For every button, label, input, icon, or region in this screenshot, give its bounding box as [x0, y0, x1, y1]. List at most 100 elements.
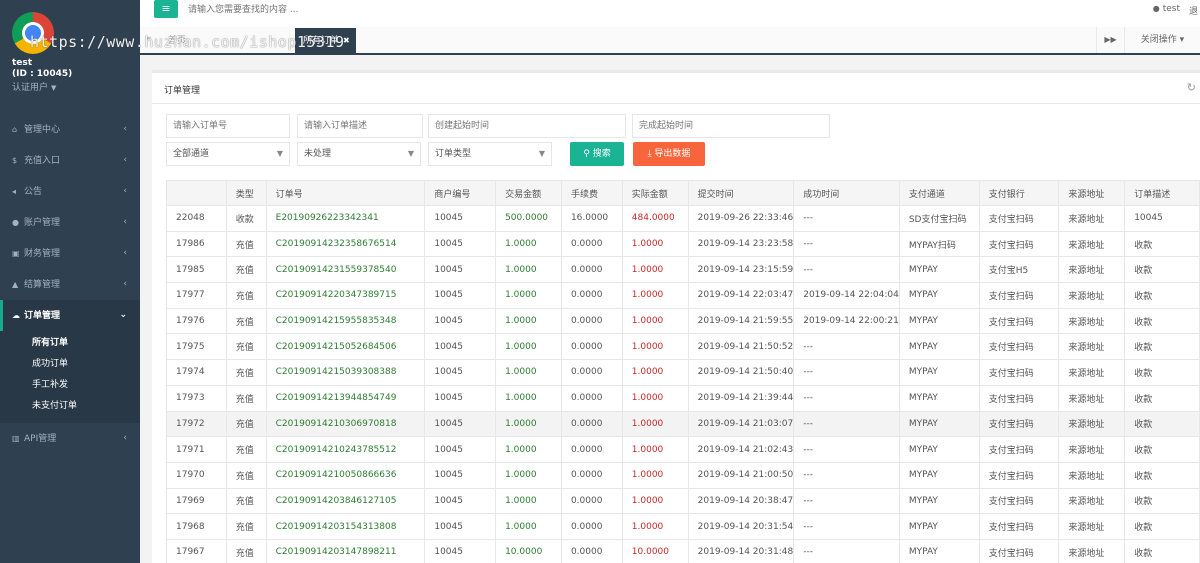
export-button[interactable]: ⤓ 导出数据	[633, 142, 705, 166]
table-row[interactable]: 17986 充值 C20190914232358676514 10045 1.0000 0…	[166, 230, 1200, 258]
table-cell-type: 收款	[225, 205, 267, 232]
user-id: (ID : 10045)	[12, 69, 73, 79]
logout-link[interactable]: 退	[1189, 4, 1198, 17]
table-cell-merchant-no: 10045	[424, 205, 497, 232]
submenu-item-all-orders[interactable]: 所有订单	[0, 333, 140, 354]
sidebar-item-api[interactable]: ▥ API管理 ‹	[0, 423, 140, 454]
table-cell-type: 充值	[225, 538, 267, 563]
order-no-input[interactable]	[166, 114, 290, 138]
column-header-trade-amount[interactable]: 交易金额	[495, 180, 562, 206]
submenu-item-success-orders[interactable]: 成功订单	[0, 354, 140, 375]
table-cell-pay-channel: MYPAY扫码	[898, 230, 980, 258]
top-user-menu[interactable]: ● test	[1153, 4, 1180, 14]
column-header-source-address[interactable]: 来源地址	[1058, 180, 1126, 206]
caret-down-icon: ▾	[1179, 35, 1185, 45]
column-header-order-desc[interactable]: 订单描述	[1124, 180, 1200, 206]
column-header-id[interactable]	[166, 180, 227, 206]
table-cell-submit-time: 2019-09-14 22:03:47	[687, 282, 795, 309]
table-row[interactable]: 17977 充值 C20190914220347389715 10045 1.0000 0…	[166, 282, 1200, 309]
column-header-type[interactable]: 类型	[225, 180, 267, 206]
table-cell-pay-channel: MYPAY	[898, 410, 980, 438]
table-cell-order-desc: 收款	[1124, 282, 1200, 309]
table-cell-pay-bank: 支付宝扫码	[978, 359, 1060, 386]
table-row[interactable]: 17969 充值 C20190914203846127105 10045 1.0000 0…	[166, 487, 1200, 515]
table-cell-pay-bank: 支付宝扫码	[978, 384, 1060, 412]
table-cell-actual-amount: 10.0000	[621, 538, 689, 563]
sidebar-item-notice[interactable]: ◂ 公告 ‹	[0, 176, 140, 207]
table-cell-order-no: C20190914215052684506	[265, 333, 426, 361]
table-row[interactable]: 17968 充值 C20190914203154313808 10045 1.0000 0…	[166, 513, 1200, 540]
hamburger-menu-button[interactable]: ≡	[154, 0, 178, 18]
search-button-label: 搜索	[592, 149, 611, 159]
table-row[interactable]: 17973 充值 C20190914213944854749 10045 1.0000 0…	[166, 384, 1200, 412]
table-cell-actual-amount: 1.0000	[621, 333, 689, 361]
status-select[interactable]: 未处理 ▼	[297, 142, 421, 166]
column-header-success-time[interactable]: 成功时间	[793, 180, 900, 206]
table-cell-order-desc: 收款	[1124, 307, 1200, 335]
column-header-actual-amount[interactable]: 实际金额	[621, 180, 689, 206]
table-cell-pay-bank: 支付宝扫码	[978, 513, 1060, 540]
search-input[interactable]	[188, 3, 428, 17]
table-cell-merchant-no: 10045	[424, 410, 497, 438]
submenu-item-manual-resend[interactable]: 手工补发	[0, 375, 140, 396]
sidebar-item-label: 账户管理	[24, 218, 61, 228]
sidebar-item-settlement[interactable]: ▲ 结算管理 ‹	[0, 269, 140, 300]
column-header-fee[interactable]: 手续费	[560, 180, 623, 206]
tab-scroll-right-icon[interactable]: ▶▶	[1096, 27, 1124, 53]
table-row[interactable]: 17971 充值 C20190914210243785512 10045 1.0000 0…	[166, 436, 1200, 463]
table-cell-submit-time: 2019-09-14 21:00:50	[687, 461, 795, 489]
sidebar-item-label: 财务管理	[24, 249, 61, 259]
table-cell-success-time: ---	[793, 256, 900, 284]
order-type-select[interactable]: 订单类型 ▼	[428, 142, 552, 166]
refresh-icon[interactable]: ↻	[1187, 81, 1196, 94]
table-cell-actual-amount: 1.0000	[621, 513, 689, 540]
table-cell-source-address: 来源地址	[1058, 205, 1126, 232]
table-cell-source-address: 来源地址	[1058, 487, 1126, 515]
order-desc-input[interactable]	[297, 114, 423, 138]
table-cell-success-time: ---	[793, 384, 900, 412]
table-cell-submit-time: 2019-09-14 20:31:48	[687, 538, 795, 563]
sidebar-menu: ⌂ 管理中心 ‹ $ 充值入口 ‹ ◂ 公告 ‹ ● 账户管理 ‹ ▣ 财务管理 ‹ ▲ 结算管理 ‹ …	[0, 114, 140, 454]
column-header-merchant-no[interactable]: 商户编号	[424, 180, 497, 206]
column-header-pay-channel[interactable]: 支付通道	[898, 180, 980, 206]
chevron-down-icon: ▼	[538, 149, 545, 158]
column-header-pay-bank[interactable]: 支付银行	[978, 180, 1060, 206]
channel-select[interactable]: 全部通道 ▼	[166, 142, 290, 166]
table-row[interactable]: 17985 充值 C20190914231559378540 10045 1.0000 0…	[166, 256, 1200, 284]
table-cell-id: 17975	[166, 333, 227, 361]
table-row[interactable]: 17975 充值 C20190914215052684506 10045 1.0000 0…	[166, 333, 1200, 361]
sidebar-item-label: 订单管理	[24, 311, 61, 321]
table-cell-pay-channel: MYPAY	[898, 282, 980, 309]
table-row[interactable]: 17967 充值 C20190914203147898211 10045 10.0000…	[166, 538, 1200, 563]
table-cell-source-address: 来源地址	[1058, 384, 1126, 412]
chevron-left-icon: ‹	[123, 279, 127, 289]
sidebar-item-account[interactable]: ● 账户管理 ‹	[0, 207, 140, 238]
table-row[interactable]: 17976 充值 C20190914215955835348 10045 1.0000 0…	[166, 307, 1200, 335]
table-row[interactable]: 22048 收款 E20190926223342341 10045 500.0000 16…	[166, 205, 1200, 232]
search-button[interactable]: ⚲ 搜索	[570, 142, 624, 166]
sidebar-item-dashboard[interactable]: ⌂ 管理中心 ‹	[0, 114, 140, 145]
user-role-dropdown[interactable]: 认证用户 ▼	[12, 80, 56, 93]
column-header-order-no[interactable]: 订单号	[265, 180, 426, 206]
table-cell-pay-channel: MYPAY	[898, 307, 980, 335]
table-cell-trade-amount: 1.0000	[495, 359, 562, 386]
table-row[interactable]: 17970 充值 C20190914210050866636 10045 1.0000 0…	[166, 461, 1200, 489]
sidebar-item-finance[interactable]: ▣ 财务管理 ‹	[0, 238, 140, 269]
table-row[interactable]: 17974 充值 C20190914215039308388 10045 1.0000 0…	[166, 359, 1200, 386]
bank-icon: ▥	[12, 434, 20, 443]
create-time-input[interactable]	[428, 114, 626, 138]
table-row[interactable]: 17972 充值 C20190914210306970818 10045 1.0000 0…	[166, 410, 1200, 438]
table-cell-id: 17976	[166, 307, 227, 335]
sidebar-item-label: 充值入口	[24, 156, 61, 166]
sidebar-item-recharge[interactable]: $ 充值入口 ‹	[0, 145, 140, 176]
orders-submenu: 所有订单 成功订单 手工补发 未支付订单	[0, 331, 140, 423]
sidebar-item-orders[interactable]: ☁ 订单管理 ⌄	[0, 300, 140, 331]
table-cell-order-desc: 收款	[1124, 359, 1200, 386]
chevron-left-icon: ‹	[123, 217, 127, 227]
table-cell-submit-time: 2019-09-14 21:59:55	[687, 307, 795, 335]
table-cell-pay-bank: 支付宝扫码	[978, 333, 1060, 361]
close-operations-dropdown[interactable]: 关闭操作 ▾	[1124, 27, 1200, 53]
finish-time-input[interactable]	[632, 114, 830, 138]
column-header-submit-time[interactable]: 提交时间	[687, 180, 795, 206]
submenu-item-unpaid-orders[interactable]: 未支付订单	[0, 396, 140, 417]
